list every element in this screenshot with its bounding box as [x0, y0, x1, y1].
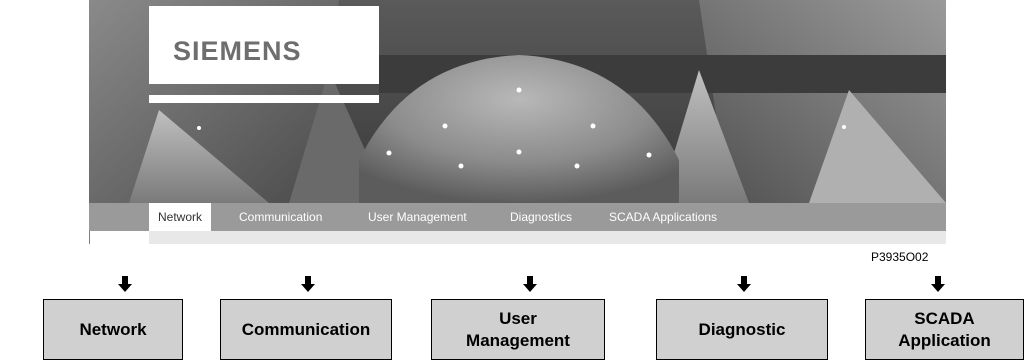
nav-tab-scada-applications[interactable]: SCADA Applications: [609, 203, 717, 231]
down-arrow-icon: [118, 276, 132, 292]
box-diagnostic: Diagnostic: [656, 299, 828, 360]
box-network: Network: [43, 299, 183, 360]
nav-tab-diagnostics[interactable]: Diagnostics: [510, 203, 572, 231]
down-arrow-icon: [931, 276, 945, 292]
box-label: SCADA Application: [898, 308, 991, 350]
box-communication: Communication: [220, 299, 392, 360]
main-navigation-bar: Network Communication User Management Di…: [89, 203, 946, 231]
logo-panel: SIEMENS: [149, 6, 379, 84]
down-arrow-icon: [737, 276, 751, 292]
box-label: Network: [79, 319, 147, 339]
nav-tab-user-management[interactable]: User Management: [368, 203, 467, 231]
box-user-management: User Management: [431, 299, 605, 360]
box-label: Diagnostic: [698, 319, 786, 339]
figure-code: P3935O02: [871, 250, 929, 264]
web-ui-banner: SIEMENS Network Communication User Manag…: [89, 0, 946, 244]
nav-tab-communication[interactable]: Communication: [239, 203, 322, 231]
down-arrow-icon: [523, 276, 537, 292]
banner-left-edge: [89, 231, 90, 244]
box-label: Communication: [241, 319, 371, 339]
down-arrow-icon: [301, 276, 315, 292]
sub-navigation-strip: [149, 231, 946, 244]
siemens-logo: SIEMENS: [173, 36, 302, 66]
nav-tab-network[interactable]: Network: [149, 203, 212, 231]
logo-underline: [149, 95, 379, 103]
box-label: User Management: [466, 308, 570, 350]
box-scada-application: SCADA Application: [865, 299, 1024, 360]
